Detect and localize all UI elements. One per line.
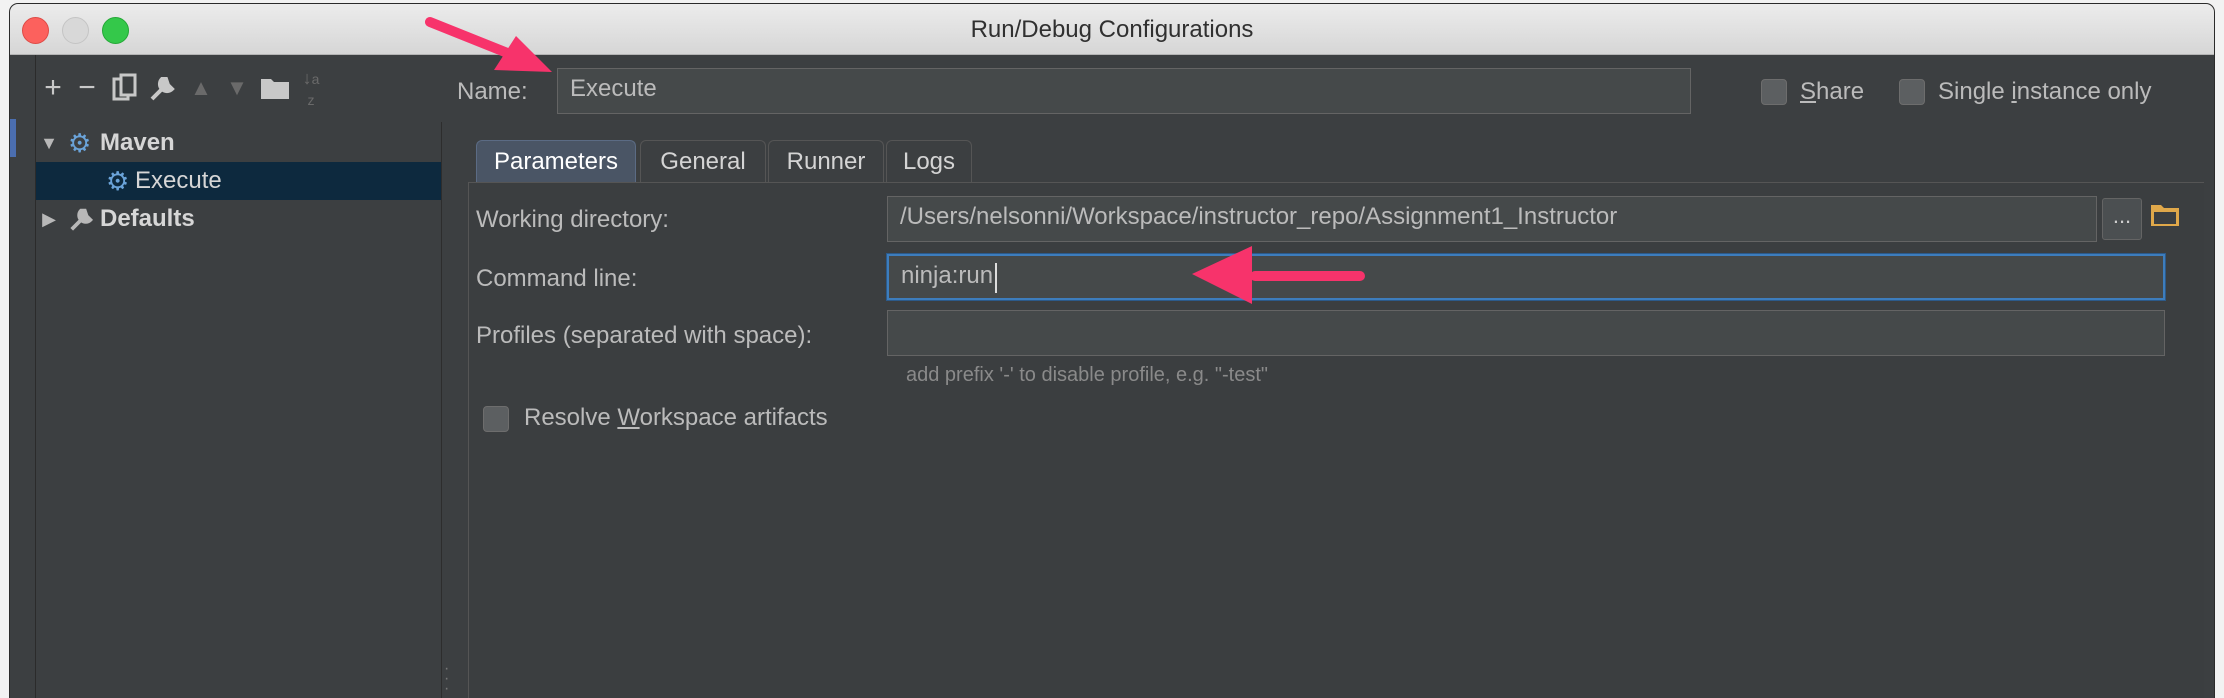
- annotation-overlay: [425, 17, 1365, 304]
- annotation-arrow-name: [425, 17, 552, 72]
- annotation-arrow-command: [1192, 246, 1365, 304]
